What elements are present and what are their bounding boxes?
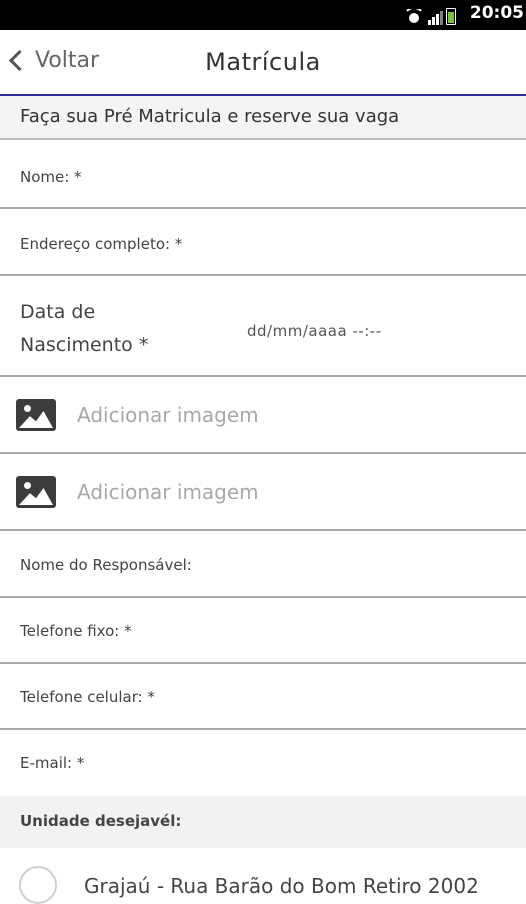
telefone-celular-field[interactable]: Telefone celular: * — [0, 664, 526, 730]
signal-icon — [428, 9, 443, 25]
status-time: 20:05 — [469, 3, 524, 23]
telefone-fixo-label: Telefone fixo: * — [20, 622, 132, 640]
telefone-celular-label: Telefone celular: * — [20, 688, 155, 706]
add-image-label: Adicionar imagem — [77, 403, 259, 427]
form-intro: Faça sua Pré Matricula e reserve sua vag… — [0, 96, 526, 140]
email-field[interactable]: E-mail: * — [0, 730, 526, 796]
unidade-option-grajau[interactable]: Grajaú - Rua Barão do Bom Retiro 2002 — [0, 848, 526, 904]
status-bar: 20:05 — [0, 0, 526, 30]
unidade-header: Unidade desejavél: — [0, 796, 526, 848]
app-bar: Voltar Matrícula — [0, 30, 526, 96]
responsavel-field[interactable]: Nome do Responsável: — [0, 531, 526, 598]
radio-button[interactable] — [19, 866, 57, 904]
add-image-label: Adicionar imagem — [77, 480, 259, 504]
responsavel-label: Nome do Responsável: — [20, 556, 192, 574]
nome-label: Nome: * — [20, 168, 82, 186]
unidade-option-label: Grajaú - Rua Barão do Bom Retiro 2002 — [84, 874, 479, 898]
data-nascimento-input[interactable]: dd/mm/aaaa --:-- — [247, 322, 382, 340]
page-title: Matrícula — [205, 48, 321, 76]
data-nascimento-label-line2: Nascimento * — [20, 334, 149, 356]
wifi-icon — [403, 9, 425, 25]
status-icons — [403, 5, 456, 25]
battery-icon — [446, 8, 456, 25]
add-image-button-2[interactable]: Adicionar imagem — [0, 454, 526, 531]
email-label: E-mail: * — [20, 754, 85, 772]
image-icon — [16, 399, 56, 431]
endereco-field[interactable]: Endereço completo: * — [0, 209, 526, 276]
endereco-label: Endereço completo: * — [20, 235, 183, 253]
data-nascimento-label: Data de Nascimento * — [20, 296, 148, 362]
data-nascimento-label-line1: Data de — [20, 301, 96, 323]
image-icon — [16, 476, 56, 508]
telefone-fixo-field[interactable]: Telefone fixo: * — [0, 598, 526, 664]
data-nascimento-row: Data de Nascimento * dd/mm/aaaa --:-- — [0, 276, 526, 377]
add-image-button-1[interactable]: Adicionar imagem — [0, 377, 526, 454]
nome-field[interactable]: Nome: * — [0, 142, 526, 209]
